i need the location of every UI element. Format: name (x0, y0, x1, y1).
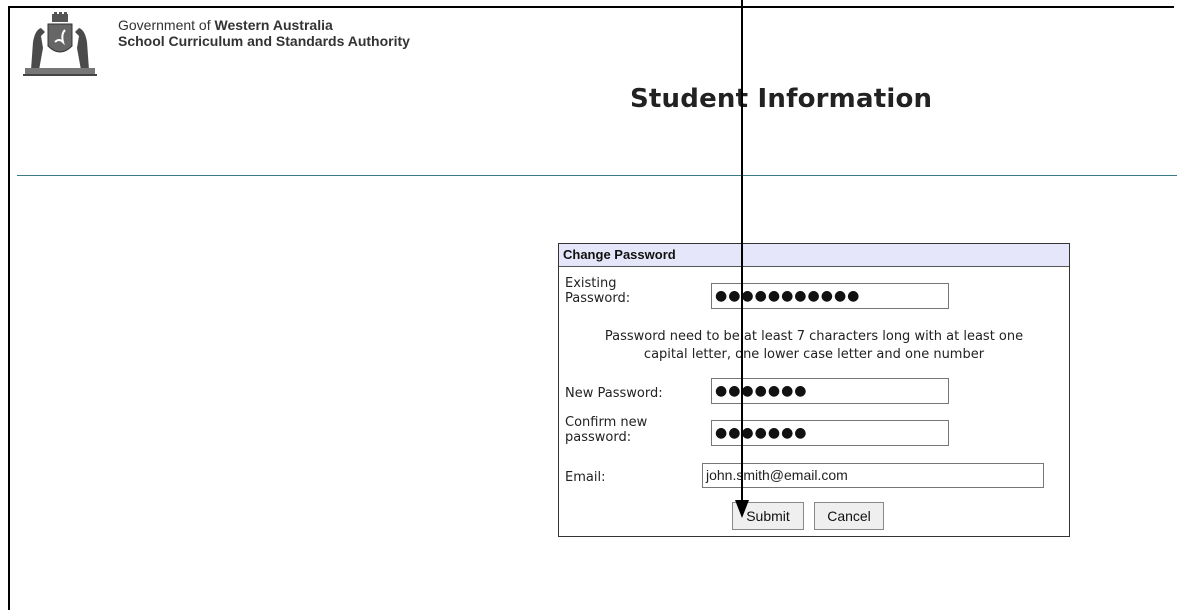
email-input[interactable]: john.smith@email.com (702, 463, 1044, 488)
confirm-password-input[interactable]: ●●●●●●● (711, 420, 949, 446)
new-password-input[interactable]: ●●●●●●● (711, 378, 949, 404)
existing-password-label: Existing Password: (565, 276, 630, 306)
pointer-arrow-line (741, 0, 743, 503)
gov-state: Western Australia (214, 17, 333, 33)
confirm-password-label: Confirm new password: (565, 415, 647, 445)
authority-name: School Curriculum and Standards Authorit… (118, 33, 410, 49)
existing-password-label-line1: Existing (565, 276, 617, 291)
wa-government-crest-icon (23, 12, 97, 76)
change-password-panel: Change Password Existing Password: ●●●●●… (558, 243, 1070, 537)
existing-password-input[interactable]: ●●●●●●●●●●● (711, 283, 949, 309)
government-line: Government of Western Australia (118, 17, 410, 33)
arrow-down-icon (735, 500, 749, 518)
new-password-label: New Password: (565, 386, 663, 401)
existing-password-label-line2: Password: (565, 291, 631, 306)
gov-prefix: Government of (118, 17, 215, 33)
email-label: Email: (565, 470, 606, 485)
confirm-password-label-line1: Confirm new (565, 415, 648, 430)
panel-title: Change Password (559, 244, 1069, 267)
password-hint-line2: capital letter, one lower case letter an… (643, 347, 985, 362)
confirm-password-label-line2: password: (565, 430, 632, 445)
password-hint-line1: Password need to be at least 7 character… (604, 329, 1024, 344)
cancel-button[interactable]: Cancel (814, 502, 884, 530)
agency-header: Government of Western Australia School C… (118, 17, 410, 49)
page-title: Student Information (630, 84, 933, 114)
header-divider (17, 175, 1177, 176)
